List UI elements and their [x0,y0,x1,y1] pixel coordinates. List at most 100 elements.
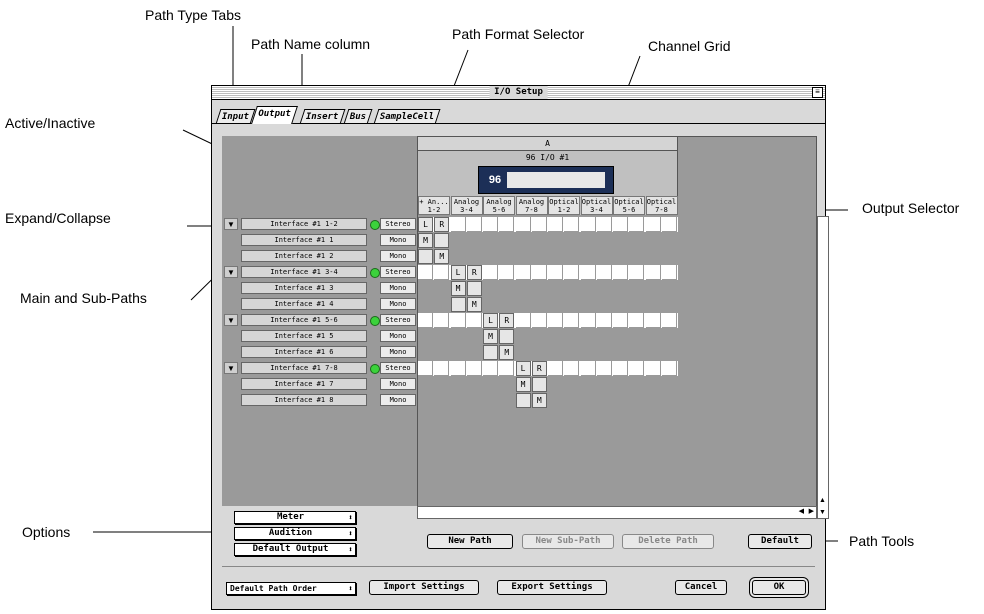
channel-grid-cell[interactable] [580,217,596,232]
channel-grid-cell[interactable]: M [434,249,450,264]
path-name-button[interactable]: Interface #1 1-2 [241,218,367,230]
channel-grid-cell[interactable] [548,313,563,328]
channel-grid-cell[interactable]: R [499,313,515,328]
audition-popup[interactable]: Audition ⬍ [234,527,356,540]
channel-grid-cell[interactable]: R [434,217,450,232]
expand-collapse-triangle-icon[interactable]: ▼ [224,362,238,374]
channel-grid-cell[interactable]: M [466,297,482,312]
channel-grid-cell[interactable] [629,265,645,280]
channel-grid-cell[interactable] [418,361,433,376]
channel-grid-cell[interactable] [645,217,661,232]
channel-grid-cell[interactable] [564,265,580,280]
path-format-selector[interactable]: Mono [380,346,416,358]
scroll-up-arrow-icon[interactable]: ▲ [819,497,826,504]
new-sub-path-button[interactable]: New Sub-Path [522,534,614,549]
channel-grid-cell[interactable] [418,265,433,280]
channel-grid-cell[interactable] [548,217,563,232]
channel-grid-cell[interactable] [661,265,677,280]
channel-grid-cell[interactable] [580,313,596,328]
path-format-selector[interactable]: Mono [380,282,416,294]
channel-grid-cell[interactable] [418,313,433,328]
channel-grid-cell[interactable]: M [515,377,531,392]
output-selector-5[interactable]: Optical 3-4 [580,196,613,215]
path-order-popup[interactable]: Default Path Order ⬍ [226,582,356,595]
channel-grid-cell[interactable] [531,377,547,392]
channel-grid-cell[interactable] [483,265,498,280]
channel-grid-cell[interactable] [515,265,531,280]
channel-grid-cell[interactable] [661,217,677,232]
channel-grid-cell[interactable]: M [418,233,433,248]
delete-path-button[interactable]: Delete Path [622,534,714,549]
output-selector-0[interactable]: + An... 1-2 [418,196,450,215]
channel-grid-cell[interactable] [466,281,482,296]
path-format-selector[interactable]: Stereo [380,314,416,326]
channel-grid-cell[interactable] [661,361,677,376]
channel-grid-cell[interactable] [515,217,531,232]
channel-grid-cell[interactable] [613,313,628,328]
path-name-button[interactable]: Interface #1 6 [241,346,367,358]
channel-grid-cell[interactable]: L [515,361,531,376]
export-settings-button[interactable]: Export Settings [497,580,607,595]
channel-grid-cell[interactable]: R [531,361,547,376]
tab-input[interactable]: Input [215,109,256,124]
channel-grid-cell[interactable] [499,329,515,344]
active-inactive-led-icon[interactable] [370,364,380,374]
path-format-selector[interactable]: Stereo [380,218,416,230]
scroll-down-arrow-icon[interactable]: ▼ [819,509,826,516]
channel-grid-cell[interactable] [580,265,596,280]
path-name-button[interactable]: Interface #1 5-6 [241,314,367,326]
channel-grid-cell[interactable]: M [499,345,515,360]
channel-grid-cell[interactable] [450,217,466,232]
channel-grid-cell[interactable] [499,265,515,280]
channel-grid-cell[interactable] [450,313,466,328]
channel-grid-cell[interactable] [483,361,498,376]
channel-grid-cell[interactable] [434,361,450,376]
active-inactive-led-icon[interactable] [370,268,380,278]
cancel-button[interactable]: Cancel [675,580,727,595]
channel-grid-cell[interactable] [483,345,498,360]
meter-popup[interactable]: Meter ⬍ [234,511,356,524]
path-format-selector[interactable]: Stereo [380,362,416,374]
channel-grid-cell[interactable] [596,217,612,232]
path-name-button[interactable]: Interface #1 8 [241,394,367,406]
channel-grid-cell[interactable] [613,361,628,376]
channel-grid-cell[interactable] [645,313,661,328]
channel-grid-cell[interactable] [596,265,612,280]
channel-grid-cell[interactable] [515,313,531,328]
channel-grid-cell[interactable] [466,313,482,328]
channel-grid-cell[interactable] [629,361,645,376]
expand-collapse-triangle-icon[interactable]: ▼ [224,314,238,326]
tab-bus[interactable]: Bus [343,109,373,124]
channel-grid-cell[interactable] [531,313,547,328]
output-selector-2[interactable]: Analog 5-6 [483,196,515,215]
path-format-selector[interactable]: Mono [380,394,416,406]
channel-grid-cell[interactable]: M [450,281,466,296]
vertical-scrollbar[interactable]: ▲ ▼ [817,216,829,519]
channel-grid-cell[interactable] [434,233,450,248]
channel-grid-cell[interactable] [564,217,580,232]
channel-grid-cell[interactable] [564,313,580,328]
channel-grid-cell[interactable] [434,313,450,328]
path-name-button[interactable]: Interface #1 1 [241,234,367,246]
path-name-button[interactable]: Interface #1 5 [241,330,367,342]
channel-grid-cell[interactable]: M [483,329,498,344]
channel-grid-cell[interactable]: L [418,217,433,232]
path-format-selector[interactable]: Mono [380,378,416,390]
path-name-button[interactable]: Interface #1 3-4 [241,266,367,278]
channel-grid-cell[interactable] [629,217,645,232]
channel-grid-cell[interactable] [645,361,661,376]
scroll-right-arrow-icon[interactable]: ▶ [809,507,814,515]
path-format-selector[interactable]: Stereo [380,266,416,278]
channel-grid-cell[interactable] [613,265,628,280]
output-selector-3[interactable]: Analog 7-8 [515,196,548,215]
channel-grid-cell[interactable] [483,217,498,232]
horizontal-scrollbar[interactable]: ◀ ▶ [417,506,817,519]
path-format-selector[interactable]: Mono [380,330,416,342]
channel-grid-cell[interactable] [531,265,547,280]
expand-collapse-triangle-icon[interactable]: ▼ [224,266,238,278]
output-selector-1[interactable]: Analog 3-4 [450,196,483,215]
tab-output[interactable]: Output [251,106,298,124]
channel-grid-cell[interactable] [499,361,515,376]
channel-grid-cell[interactable] [434,265,450,280]
path-name-button[interactable]: Interface #1 7 [241,378,367,390]
